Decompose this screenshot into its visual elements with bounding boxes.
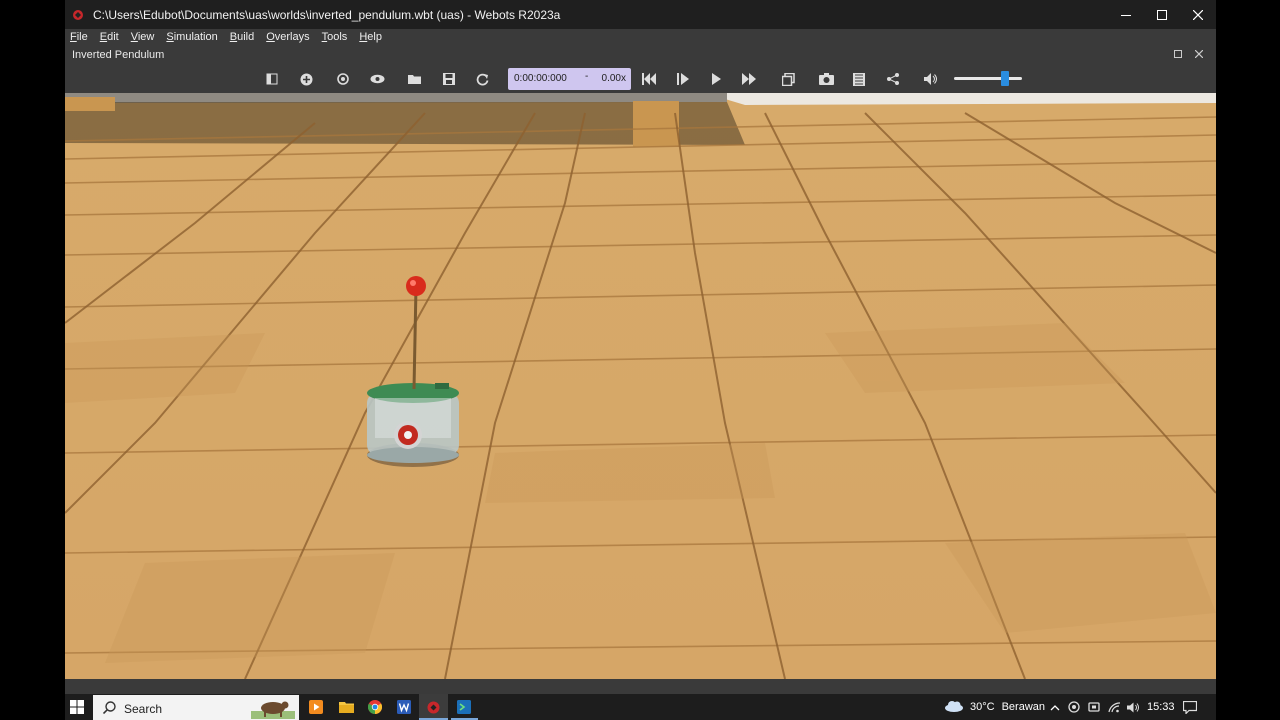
tray-overflow-chevron-icon[interactable] xyxy=(1050,694,1060,720)
webots-taskbar-icon[interactable] xyxy=(425,699,441,715)
weather-temperature: 30°C xyxy=(970,701,995,713)
taskbar-search-box[interactable]: Search xyxy=(93,695,299,720)
search-highlight-animal-icon xyxy=(251,697,295,720)
volume-icon[interactable] xyxy=(921,69,941,89)
search-placeholder: Search xyxy=(124,702,163,716)
panel-title: Inverted Pendulum xyxy=(72,48,165,61)
speaker-icon[interactable] xyxy=(1127,694,1140,720)
menu-view[interactable]: View xyxy=(131,31,155,43)
step-icon[interactable] xyxy=(673,69,693,89)
letterbox-right xyxy=(1216,0,1280,720)
menu-file[interactable]: File xyxy=(70,31,88,43)
panel-maximize-icon[interactable] xyxy=(1172,48,1183,59)
visibility-eye-icon[interactable] xyxy=(367,69,387,89)
tray-device-icon[interactable] xyxy=(1088,694,1100,720)
chrome-icon[interactable] xyxy=(367,699,383,715)
simulation-speed: 0.00x xyxy=(601,73,626,84)
panel-close-icon[interactable] xyxy=(1193,48,1204,59)
reload-world-icon[interactable] xyxy=(472,69,492,89)
window-title: C:\Users\Edubot\Documents\uas\worlds\inv… xyxy=(93,7,561,22)
rendering-toggle-icon[interactable] xyxy=(778,69,798,89)
time-separator: - xyxy=(585,71,589,82)
volume-slider-thumb[interactable] xyxy=(1001,71,1009,86)
maximize-button[interactable] xyxy=(1144,0,1180,29)
wifi-icon[interactable] xyxy=(1108,694,1121,720)
file-explorer-icon[interactable] xyxy=(338,699,354,715)
system-clock[interactable]: 15:33 xyxy=(1147,694,1175,720)
view-panel-header: Inverted Pendulum xyxy=(65,45,1216,64)
tray-app-icon[interactable] xyxy=(1068,694,1080,720)
3d-view[interactable] xyxy=(65,93,1216,679)
reset-simulation-icon[interactable] xyxy=(639,69,659,89)
screenshot-camera-icon[interactable] xyxy=(816,69,836,89)
menu-bar: File Edit View Simulation Build Overlays… xyxy=(65,29,1216,45)
search-icon xyxy=(102,701,116,719)
minimize-button[interactable] xyxy=(1108,0,1144,29)
letterbox-left xyxy=(0,0,65,720)
title-bar: C:\Users\Edubot\Documents\uas\worlds\inv… xyxy=(65,0,1216,29)
volume-slider-track[interactable] xyxy=(954,77,1022,80)
clock-time: 15:33 xyxy=(1147,701,1175,713)
webots-window: C:\Users\Edubot\Documents\uas\worlds\inv… xyxy=(65,0,1216,720)
toolbar: 0:00:00:000 - 0.00x xyxy=(65,64,1216,93)
simulation-time-display: 0:00:00:000 - 0.00x xyxy=(508,68,631,90)
menu-help[interactable]: Help xyxy=(359,31,382,43)
simulation-time: 0:00:00:000 xyxy=(514,73,567,84)
media-player-icon[interactable] xyxy=(308,699,324,715)
add-node-icon[interactable] xyxy=(296,69,316,89)
reset-viewpoint-icon[interactable] xyxy=(333,69,353,89)
menu-tools[interactable]: Tools xyxy=(322,31,348,43)
menu-edit[interactable]: Edit xyxy=(100,31,119,43)
weather-widget[interactable]: 30°C Berawan xyxy=(944,694,1045,720)
notifications-icon[interactable] xyxy=(1183,694,1197,720)
webots-icon xyxy=(71,8,85,22)
save-world-icon[interactable] xyxy=(439,69,459,89)
play-icon[interactable] xyxy=(706,69,726,89)
weather-description: Berawan xyxy=(1001,701,1045,713)
share-icon[interactable] xyxy=(883,69,903,89)
close-window-button[interactable] xyxy=(1180,0,1216,29)
terminal-icon[interactable] xyxy=(456,699,472,715)
cloud-icon xyxy=(944,700,964,715)
menu-build[interactable]: Build xyxy=(230,31,254,43)
windows-taskbar: Search 30°C Berawan 15:33 xyxy=(65,694,1216,720)
record-movie-icon[interactable] xyxy=(849,69,869,89)
menu-overlays[interactable]: Overlays xyxy=(266,31,309,43)
status-strip xyxy=(65,679,1216,694)
menu-simulation[interactable]: Simulation xyxy=(166,31,217,43)
open-world-icon[interactable] xyxy=(405,69,425,89)
fast-forward-icon[interactable] xyxy=(739,69,759,89)
windows-start-icon[interactable] xyxy=(70,700,86,716)
word-icon[interactable] xyxy=(396,699,412,715)
scene-tree-toggle-icon[interactable] xyxy=(262,69,282,89)
